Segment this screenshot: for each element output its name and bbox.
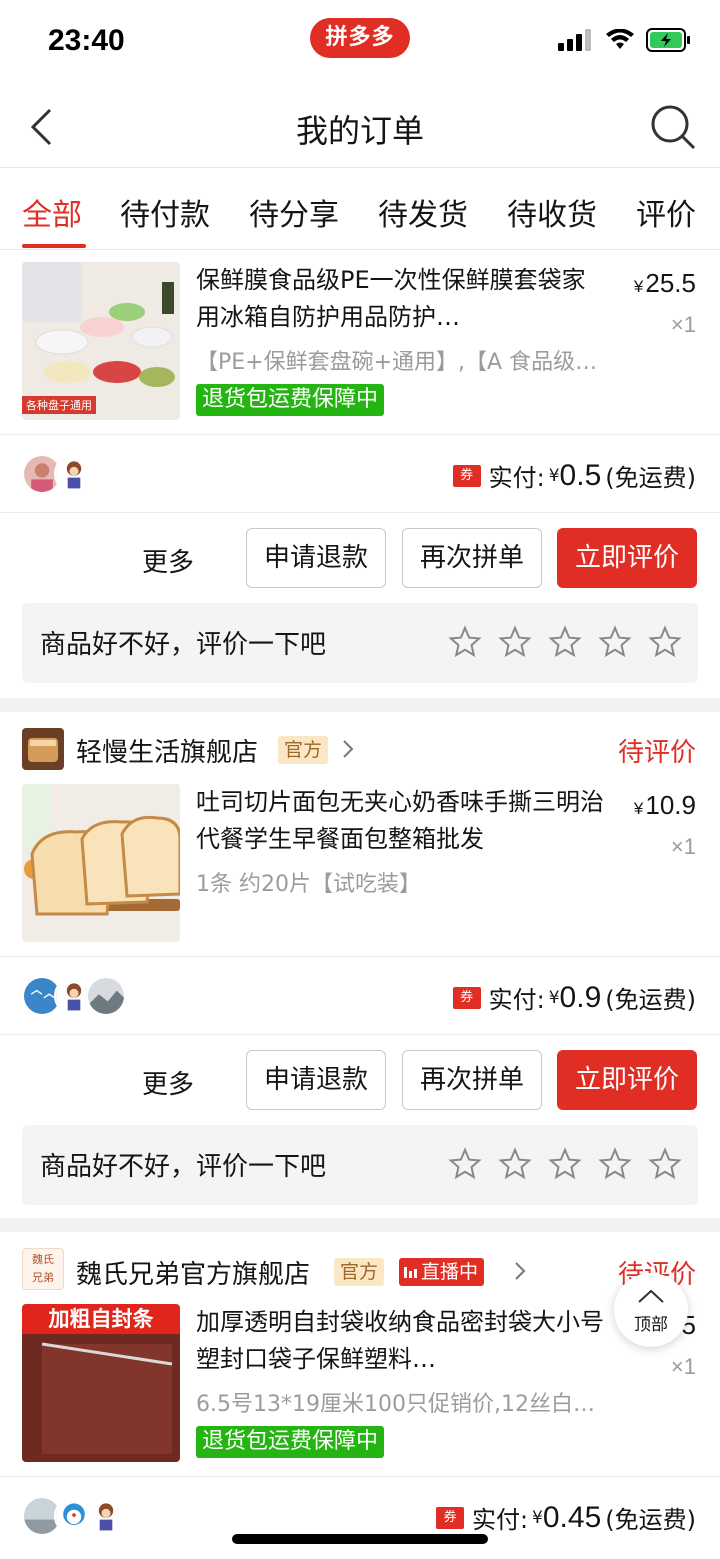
rating-stars xyxy=(448,1147,682,1181)
live-bars-icon xyxy=(404,1267,417,1278)
rating-stars xyxy=(448,625,682,659)
status-icons xyxy=(558,28,692,52)
request-refund-button[interactable]: 申请退款 xyxy=(246,528,386,588)
rating-prompt: 商品好不好，评价一下吧 xyxy=(22,603,698,683)
return-shipping-guarantee-tag: 退货包运费保障中 xyxy=(196,1426,385,1458)
product-title[interactable]: 吐司切片面包无夹心奶香味手撕三明治代餐学生早餐面包整箱批发 xyxy=(196,784,608,858)
more-button[interactable]: 更多 xyxy=(142,1064,194,1101)
thumbnail-caption: 加粗自封条 xyxy=(22,1304,180,1334)
star-icon[interactable] xyxy=(448,625,482,659)
reorder-button[interactable]: 再次拼单 xyxy=(402,528,542,588)
chevron-right-icon[interactable] xyxy=(512,1260,528,1282)
live-badge[interactable]: 直播中 xyxy=(399,1258,485,1286)
tab-pending-share[interactable]: 待分享 xyxy=(249,190,339,234)
back-to-top-label: 顶部 xyxy=(634,1315,668,1335)
order-tabs: 全部 待付款 待分享 待发货 待收货 评价 xyxy=(0,168,720,250)
tab-pending-shipment[interactable]: 待发货 xyxy=(378,190,468,234)
brand-logo: 拼多多 xyxy=(310,18,410,58)
official-badge: 官方 xyxy=(278,736,329,764)
star-icon[interactable] xyxy=(648,625,682,659)
coupon-icon: 券 xyxy=(452,464,481,487)
star-icon[interactable] xyxy=(548,1147,582,1181)
avatar xyxy=(54,454,94,494)
thumbnail-caption: 各种盘子通用 xyxy=(22,396,96,414)
star-icon[interactable] xyxy=(598,1147,632,1181)
chevron-right-icon[interactable] xyxy=(340,738,356,760)
product-price: ¥10.9 xyxy=(633,790,696,820)
more-button[interactable]: 更多 xyxy=(142,542,194,579)
group-avatars xyxy=(22,1496,126,1536)
return-shipping-guarantee-tag: 退货包运费保障中 xyxy=(196,384,385,416)
coupon-icon: 券 xyxy=(435,1506,464,1529)
review-now-button[interactable]: 立即评价 xyxy=(557,528,697,588)
product-spec: 1条 约20片【试吃装】 xyxy=(196,872,421,897)
chevron-up-icon xyxy=(638,1289,664,1303)
product-price: ¥25.5 xyxy=(633,268,696,298)
product-thumbnail[interactable] xyxy=(22,784,180,942)
signal-icon xyxy=(558,29,591,51)
star-icon[interactable] xyxy=(448,1147,482,1181)
tab-review[interactable]: 评价 xyxy=(636,190,696,234)
search-icon[interactable] xyxy=(648,102,698,152)
page-title: 我的订单 xyxy=(295,112,424,150)
avatar xyxy=(86,976,126,1016)
star-icon[interactable] xyxy=(498,1147,532,1181)
actual-payment: 券 实付: ¥0.9 (免运费) xyxy=(452,980,696,1015)
order-status: 待评价 xyxy=(617,738,696,768)
group-avatars xyxy=(22,454,94,494)
product-thumbnail[interactable]: 各种盘子通用 xyxy=(22,262,180,420)
active-tab-indicator xyxy=(22,244,86,248)
shop-logo[interactable]: 魏氏 兄弟 xyxy=(22,1248,64,1290)
star-icon[interactable] xyxy=(648,1147,682,1181)
home-indicator[interactable] xyxy=(232,1534,488,1544)
request-refund-button[interactable]: 申请退款 xyxy=(246,1050,386,1110)
battery-icon xyxy=(646,28,690,52)
status-bar: 23:40 拼多多 xyxy=(0,0,720,88)
reorder-button[interactable]: 再次拼单 xyxy=(402,1050,542,1110)
shop-name[interactable]: 轻慢生活旗舰店 xyxy=(76,732,258,769)
order-card: 魏氏 兄弟 魏氏兄弟官方旗舰店 官方 直播中 待评价 加粗自封条 加厚透明自封袋… xyxy=(0,1232,720,1559)
product-spec: 6.5号13*19厘米100只促销价,12丝白… xyxy=(196,1392,595,1417)
wifi-icon xyxy=(606,29,634,49)
order-card: 轻慢生活旗舰店 官方 待评价 吐司切片面包无夹心奶香味手撕三明治代餐学生早餐面包… xyxy=(0,712,720,1218)
product-title[interactable]: 保鲜膜食品级PE一次性保鲜膜套袋家用冰箱自防护用品防护… xyxy=(196,262,608,336)
rating-prompt: 商品好不好，评价一下吧 xyxy=(22,1125,698,1205)
group-avatars xyxy=(22,976,126,1016)
order-card: 各种盘子通用 保鲜膜食品级PE一次性保鲜膜套袋家用冰箱自防护用品防护… ¥25.… xyxy=(0,250,720,698)
status-time: 23:40 xyxy=(48,24,125,57)
coupon-icon: 券 xyxy=(452,986,481,1009)
avatar xyxy=(86,1496,126,1536)
product-title[interactable]: 加厚透明自封袋收纳食品密封袋大小号塑封口袋子保鲜塑料… xyxy=(196,1304,608,1378)
nav-bar: 我的订单 xyxy=(0,88,720,168)
official-badge: 官方 xyxy=(334,1258,385,1286)
rating-prompt-text: 商品好不好，评价一下吧 xyxy=(40,1152,327,1182)
product-spec: 【PE+保鲜套盘碗+通用】,【A 食品级… xyxy=(196,350,598,375)
product-quantity: ×1 xyxy=(670,1354,696,1379)
actual-payment: 券 实付: ¥0.5 (免运费) xyxy=(452,458,696,493)
star-icon[interactable] xyxy=(598,625,632,659)
rating-prompt-text: 商品好不好，评价一下吧 xyxy=(40,630,327,660)
product-thumbnail[interactable]: 加粗自封条 xyxy=(22,1304,180,1462)
product-quantity: ×1 xyxy=(670,834,696,859)
back-to-top-button[interactable]: 顶部 xyxy=(614,1273,688,1347)
star-icon[interactable] xyxy=(548,625,582,659)
shop-name[interactable]: 魏氏兄弟官方旗舰店 xyxy=(76,1254,310,1291)
star-icon[interactable] xyxy=(498,625,532,659)
tab-all[interactable]: 全部 xyxy=(22,190,82,234)
tab-pending-receipt[interactable]: 待收货 xyxy=(507,190,597,234)
product-quantity: ×1 xyxy=(670,312,696,337)
review-now-button[interactable]: 立即评价 xyxy=(557,1050,697,1110)
shop-logo[interactable] xyxy=(22,728,64,770)
actual-payment: 券 实付: ¥0.45 (免运费) xyxy=(435,1500,696,1535)
tab-pending-payment[interactable]: 待付款 xyxy=(120,190,210,234)
